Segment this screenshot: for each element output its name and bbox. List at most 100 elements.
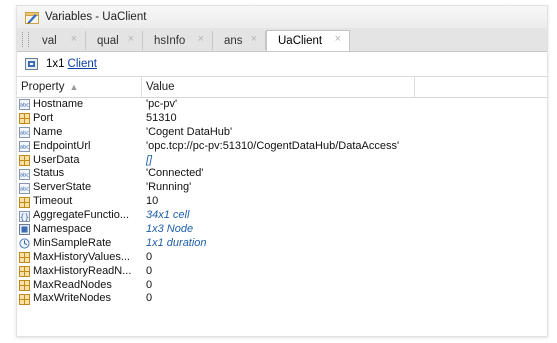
variables-editor-icon [25,10,39,24]
property-name: MinSampleRate [33,236,112,249]
numeric-icon [19,113,30,125]
property-cell[interactable]: Timeout [17,195,141,209]
property-value: 'Cogent DataHub' [146,125,233,138]
table-row[interactable]: MinSampleRate 1x1 duration [17,237,547,251]
table-body: abc Hostname 'pc-pv' Port 51310 abc Name 'Cogen… [17,98,547,306]
property-column-header[interactable]: Property ▲ [17,77,142,97]
value-cell[interactable]: 0 [146,251,152,265]
value-cell[interactable]: 'pc-pv' [146,98,177,112]
property-cell[interactable]: {} AggregateFunctio... [17,209,141,223]
value-cell[interactable]: 0 [146,292,152,306]
table-row[interactable]: abc EndpointUrl 'opc.tcp://pc-pv:51310/Cog… [17,140,547,154]
value-cell[interactable]: 'opc.tcp://pc-pv:51310/CogentDataHub/Dat… [146,140,399,154]
close-icon[interactable]: × [198,33,204,45]
property-name: MaxHistoryValues... [33,250,130,263]
property-name: AggregateFunctio... [33,209,130,222]
numeric-icon [19,293,30,305]
object-icon [25,58,38,70]
value-cell[interactable]: 34x1 cell [146,209,189,223]
close-icon[interactable]: × [251,33,257,45]
close-icon[interactable]: × [335,33,341,45]
numeric-icon [19,280,30,292]
tab-hsinfo[interactable]: hsInfo × [143,31,213,50]
value-cell[interactable]: 0 [146,279,152,293]
table-row[interactable]: abc Name 'Cogent DataHub' [17,126,547,140]
property-table: Property ▲ Value abc Hostname 'pc-pv' Port 5… [17,77,547,336]
tab-val[interactable]: val × [31,31,86,50]
class-link[interactable]: Client [68,58,97,70]
tab-qual[interactable]: qual × [86,31,143,50]
tab-grip-handle[interactable] [22,32,29,47]
tab-label: UaClient [278,35,323,47]
numeric-icon [19,252,30,264]
value-cell[interactable]: 51310 [146,112,177,126]
property-cell[interactable]: MinSampleRate [17,237,141,251]
table-row[interactable]: MaxHistoryValues... 0 [17,251,547,265]
property-name: Name [33,125,63,138]
value-cell[interactable]: 'Running' [146,181,191,195]
property-value: 'opc.tcp://pc-pv:51310/CogentDataHub/Dat… [146,139,400,152]
property-cell[interactable]: MaxWriteNodes [17,292,141,306]
tab-ans[interactable]: ans × [213,31,266,50]
table-header: Property ▲ Value [17,77,547,98]
property-cell[interactable]: Port [17,112,141,126]
table-row[interactable]: Timeout 10 [17,195,547,209]
property-name: UserData [33,153,80,166]
property-value: [] [146,153,153,166]
value-cell[interactable]: 1x1 duration [146,237,207,251]
table-row[interactable]: MaxHistoryReadN... 0 [17,265,547,279]
table-row[interactable]: Namespace 1x3 Node [17,223,547,237]
svg-text:abc: abc [20,145,29,151]
value-cell[interactable]: 'Cogent DataHub' [146,126,232,140]
property-value: 0 [146,264,153,277]
property-cell[interactable]: abc ServerState [17,181,141,195]
table-row[interactable]: abc Status 'Connected' [17,167,547,181]
property-cell[interactable]: UserData [17,154,141,168]
value-cell[interactable]: 'Connected' [146,167,203,181]
table-row[interactable]: MaxWriteNodes 0 [17,292,547,306]
property-cell[interactable]: MaxHistoryReadN... [17,265,141,279]
property-cell[interactable]: abc Status [17,167,141,181]
property-value: 'Running' [146,181,192,194]
value-cell[interactable]: 1x3 Node [146,223,193,237]
numeric-icon [19,155,30,166]
numeric-icon [19,196,30,208]
property-value: 'Connected' [146,167,204,180]
value-cell[interactable]: 0 [146,265,152,279]
property-cell[interactable]: Namespace [17,223,141,237]
svg-text:abc: abc [20,186,29,192]
table-row[interactable]: abc Hostname 'pc-pv' [17,98,547,112]
value-column-header[interactable]: Value [142,77,415,97]
property-value: 51310 [146,111,177,124]
property-cell[interactable]: abc EndpointUrl [17,140,141,154]
property-header-label: Property [21,81,65,93]
table-row[interactable]: {} AggregateFunctio... 34x1 cell [17,209,547,223]
close-icon[interactable]: × [128,33,134,45]
char-icon: abc [19,99,30,111]
property-name: MaxHistoryReadN... [33,264,132,277]
property-value: 34x1 cell [146,209,190,222]
variables-window: Variables - UaClient val × qual × hsInfo… [16,5,548,337]
property-name: Timeout [33,195,73,208]
value-cell[interactable]: 10 [146,195,158,209]
property-value: 0 [146,292,153,305]
char-icon: abc [19,168,30,180]
property-cell[interactable]: abc Hostname [17,98,141,112]
char-icon: abc [19,182,30,194]
table-row[interactable]: abc ServerState 'Running' [17,181,547,195]
property-name: Hostname [33,98,84,110]
table-row[interactable]: Port 51310 [17,112,547,126]
property-value: 0 [146,250,153,263]
char-icon: abc [19,127,30,139]
table-row[interactable]: MaxReadNodes 0 [17,279,547,293]
property-name: Namespace [33,223,92,236]
property-name: Port [33,111,54,124]
property-cell[interactable]: abc Name [17,126,141,140]
close-icon[interactable]: × [71,33,77,45]
property-cell[interactable]: MaxReadNodes [17,279,141,293]
tab-uaclient[interactable]: UaClient × [266,30,350,51]
svg-text:abc: abc [20,131,29,137]
table-row[interactable]: UserData [] [17,154,547,168]
value-cell[interactable]: [] [146,154,152,168]
property-cell[interactable]: MaxHistoryValues... [17,251,141,265]
